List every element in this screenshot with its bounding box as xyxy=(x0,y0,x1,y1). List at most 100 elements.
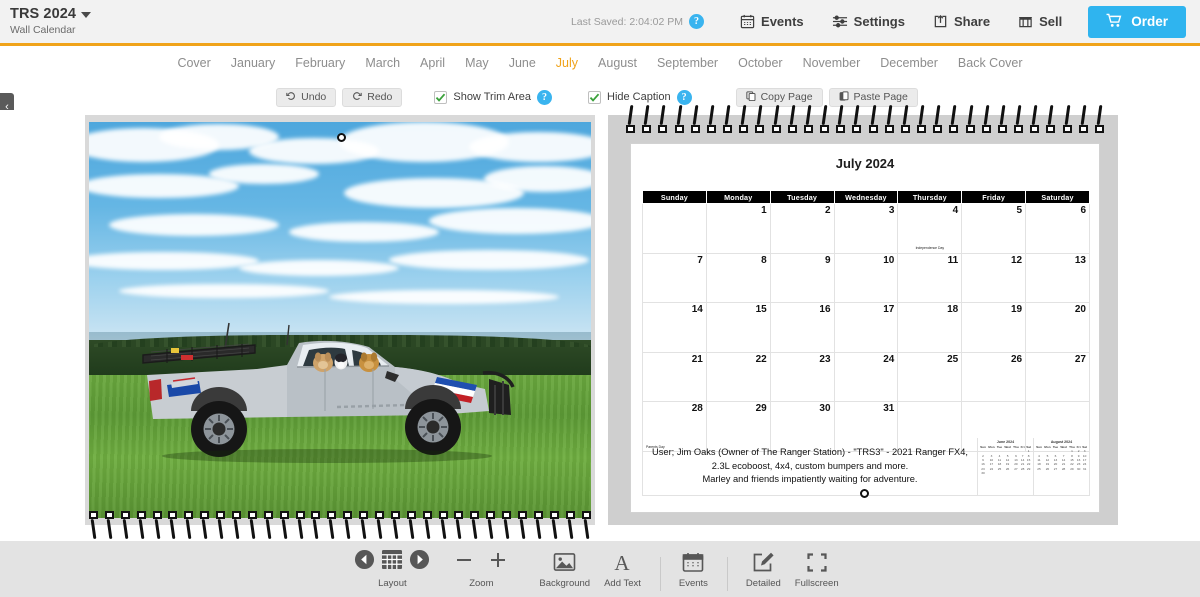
undo-button[interactable]: Undo xyxy=(276,87,337,107)
photo-page[interactable] xyxy=(85,115,595,540)
photo-rotate-handle[interactable] xyxy=(337,133,346,142)
calendar-day-cell[interactable]: 3 xyxy=(833,203,899,254)
photo-image[interactable] xyxy=(89,122,591,518)
settings-button[interactable]: Settings xyxy=(818,0,919,45)
calendar-day-cell[interactable]: 22 xyxy=(705,351,771,402)
mini-calendar-next-month[interactable]: August 2024 Sun Mon Tue Wed Thu Fri Sat xyxy=(1034,438,1090,496)
calendar-day-cell[interactable]: 4 Independence Day xyxy=(897,203,963,254)
calendar-day-cell[interactable]: 7 xyxy=(642,252,707,303)
calendar-day-cell[interactable]: 20 xyxy=(1025,302,1090,353)
fullscreen-label: Fullscreen xyxy=(794,578,839,590)
month-tab-march[interactable]: March xyxy=(355,56,410,70)
month-tab-cover[interactable]: Cover xyxy=(167,56,220,70)
spiral-coil xyxy=(311,511,321,540)
arrow-right-circle-icon[interactable] xyxy=(409,549,430,575)
truck-illustration xyxy=(137,319,537,464)
add-text-button[interactable]: A Add Text xyxy=(597,549,648,589)
chevron-down-icon[interactable] xyxy=(81,12,92,18)
mini-day: 26 xyxy=(1045,466,1050,471)
calendar-day-cell[interactable]: 27 xyxy=(1025,351,1090,402)
month-tab-february[interactable]: February xyxy=(285,56,355,70)
calendar-day-cell[interactable]: 5 xyxy=(961,203,1027,254)
month-tab-september[interactable]: September xyxy=(647,56,728,70)
month-tab-back-cover[interactable]: Back Cover xyxy=(948,56,1033,70)
calendar-day-cell[interactable]: 10 xyxy=(833,252,899,303)
letter-a-icon: A xyxy=(611,549,633,575)
hide-caption-checkbox[interactable]: Hide Caption ? xyxy=(588,89,692,105)
share-button[interactable]: Share xyxy=(919,0,1004,45)
calendar-day-cell[interactable]: 18 xyxy=(897,302,963,353)
help-icon-trim[interactable]: ? xyxy=(537,89,552,105)
mini-calendar-grid: Sun Mon Tue Wed Thu Fri Sat 1 2 3 4 5 6 … xyxy=(979,445,1032,475)
calendar-day-cell[interactable]: 26 xyxy=(961,351,1027,402)
editor-workspace: July 2024 Sunday Monday Tuesday Wednesda… xyxy=(0,104,1200,540)
spiral-coil xyxy=(997,104,1007,133)
background-button[interactable]: Background xyxy=(532,549,597,589)
spiral-coil xyxy=(502,511,512,540)
minus-icon[interactable] xyxy=(454,550,474,575)
share-button-label: Share xyxy=(953,14,991,29)
cloud-shape xyxy=(209,164,319,184)
month-tab-may[interactable]: May xyxy=(455,56,499,70)
calendar-sheet[interactable]: July 2024 Sunday Monday Tuesday Wednesda… xyxy=(630,143,1100,513)
calendar-rotate-handle[interactable] xyxy=(860,489,869,498)
calendar-day-cell[interactable]: 25 xyxy=(897,351,963,402)
mini-calendar-prev-month[interactable]: June 2024 Sun Mon Tue Wed Thu Fri Sat 1 … xyxy=(978,438,1034,496)
month-tab-january[interactable]: January xyxy=(221,56,285,70)
calendar-page[interactable]: July 2024 Sunday Monday Tuesday Wednesda… xyxy=(608,104,1118,525)
calendar-day-cell[interactable] xyxy=(642,203,707,254)
month-tab-december[interactable]: December xyxy=(870,56,948,70)
order-button[interactable]: Order xyxy=(1088,5,1186,38)
month-tab-october[interactable]: October xyxy=(728,56,792,70)
mini-calendar-title: June 2024 xyxy=(996,440,1015,444)
calendar-day-cell[interactable]: 2 xyxy=(769,203,835,254)
calendar-day-cell[interactable]: 9 xyxy=(769,252,835,303)
calendar-day-cell[interactable]: 16 xyxy=(769,302,835,353)
calendar-day-cell[interactable]: 13 xyxy=(1025,252,1090,303)
grid-icon[interactable] xyxy=(381,549,403,575)
photo-caption[interactable]: User; Jim Oaks (Owner of The Ranger Stat… xyxy=(642,438,978,496)
project-title-row[interactable]: TRS 2024 xyxy=(10,7,240,22)
calendar-grid[interactable]: Sunday Monday Tuesday Wednesday Thursday… xyxy=(642,190,1090,452)
arrow-left-circle-icon[interactable] xyxy=(354,549,375,575)
month-tab-august[interactable]: August xyxy=(588,56,647,70)
layout-icon-row xyxy=(354,549,430,575)
calendar-day-cell[interactable]: 6 xyxy=(1025,203,1090,254)
caption-row: User; Jim Oaks (Owner of The Ranger Stat… xyxy=(642,438,1090,496)
caption-line-1: User; Jim Oaks (Owner of The Ranger Stat… xyxy=(652,447,968,458)
detailed-button[interactable]: Detailed xyxy=(739,549,788,589)
calendar-day-cell[interactable]: 19 xyxy=(961,302,1027,353)
calendar-day-cell[interactable]: 23 xyxy=(769,351,835,402)
calendar-day-cell[interactable]: 11 xyxy=(897,252,963,303)
zoom-label: Zoom xyxy=(469,578,494,590)
calendar-day-cell[interactable]: 15 xyxy=(705,302,771,353)
calendar-day-cell[interactable]: 21 xyxy=(642,351,707,402)
redo-button[interactable]: Redo xyxy=(342,87,403,107)
sell-button[interactable]: Sell xyxy=(1004,0,1076,45)
help-icon-caption[interactable]: ? xyxy=(676,89,692,105)
day-number: 28 xyxy=(691,403,703,414)
mini-day: 31 xyxy=(1082,466,1087,471)
calendar-day-cell[interactable]: 17 xyxy=(833,302,899,353)
calendar-day-cell[interactable]: 24 xyxy=(833,351,899,402)
calendar-day-cell[interactable]: 1 xyxy=(705,203,771,254)
calendar-day-cell[interactable]: 8 xyxy=(705,252,771,303)
month-tab-november[interactable]: November xyxy=(793,56,871,70)
help-icon[interactable]: ? xyxy=(689,14,705,29)
project-brand[interactable]: TRS 2024 Wall Calendar xyxy=(0,7,240,36)
month-tab-april[interactable]: April xyxy=(410,56,455,70)
events-tool-button[interactable]: Events xyxy=(672,549,715,589)
month-tab-june[interactable]: June xyxy=(499,56,546,70)
copy-page-button[interactable]: Copy Page xyxy=(735,87,823,107)
events-button[interactable]: Events xyxy=(726,0,818,45)
fullscreen-button[interactable]: Fullscreen xyxy=(788,549,846,589)
spiral-coil xyxy=(1094,104,1104,133)
plus-icon[interactable] xyxy=(488,550,508,575)
calendar-day-cell[interactable]: 12 xyxy=(961,252,1027,303)
day-number: 24 xyxy=(883,353,895,365)
paste-page-button[interactable]: Paste Page xyxy=(828,87,918,107)
calendar-weekday-header: Sunday Monday Tuesday Wednesday Thursday… xyxy=(642,190,1090,204)
month-tab-july[interactable]: July xyxy=(546,56,588,70)
calendar-day-cell[interactable]: 14 xyxy=(642,302,707,353)
show-trim-area-checkbox[interactable]: Show Trim Area ? xyxy=(434,89,552,105)
